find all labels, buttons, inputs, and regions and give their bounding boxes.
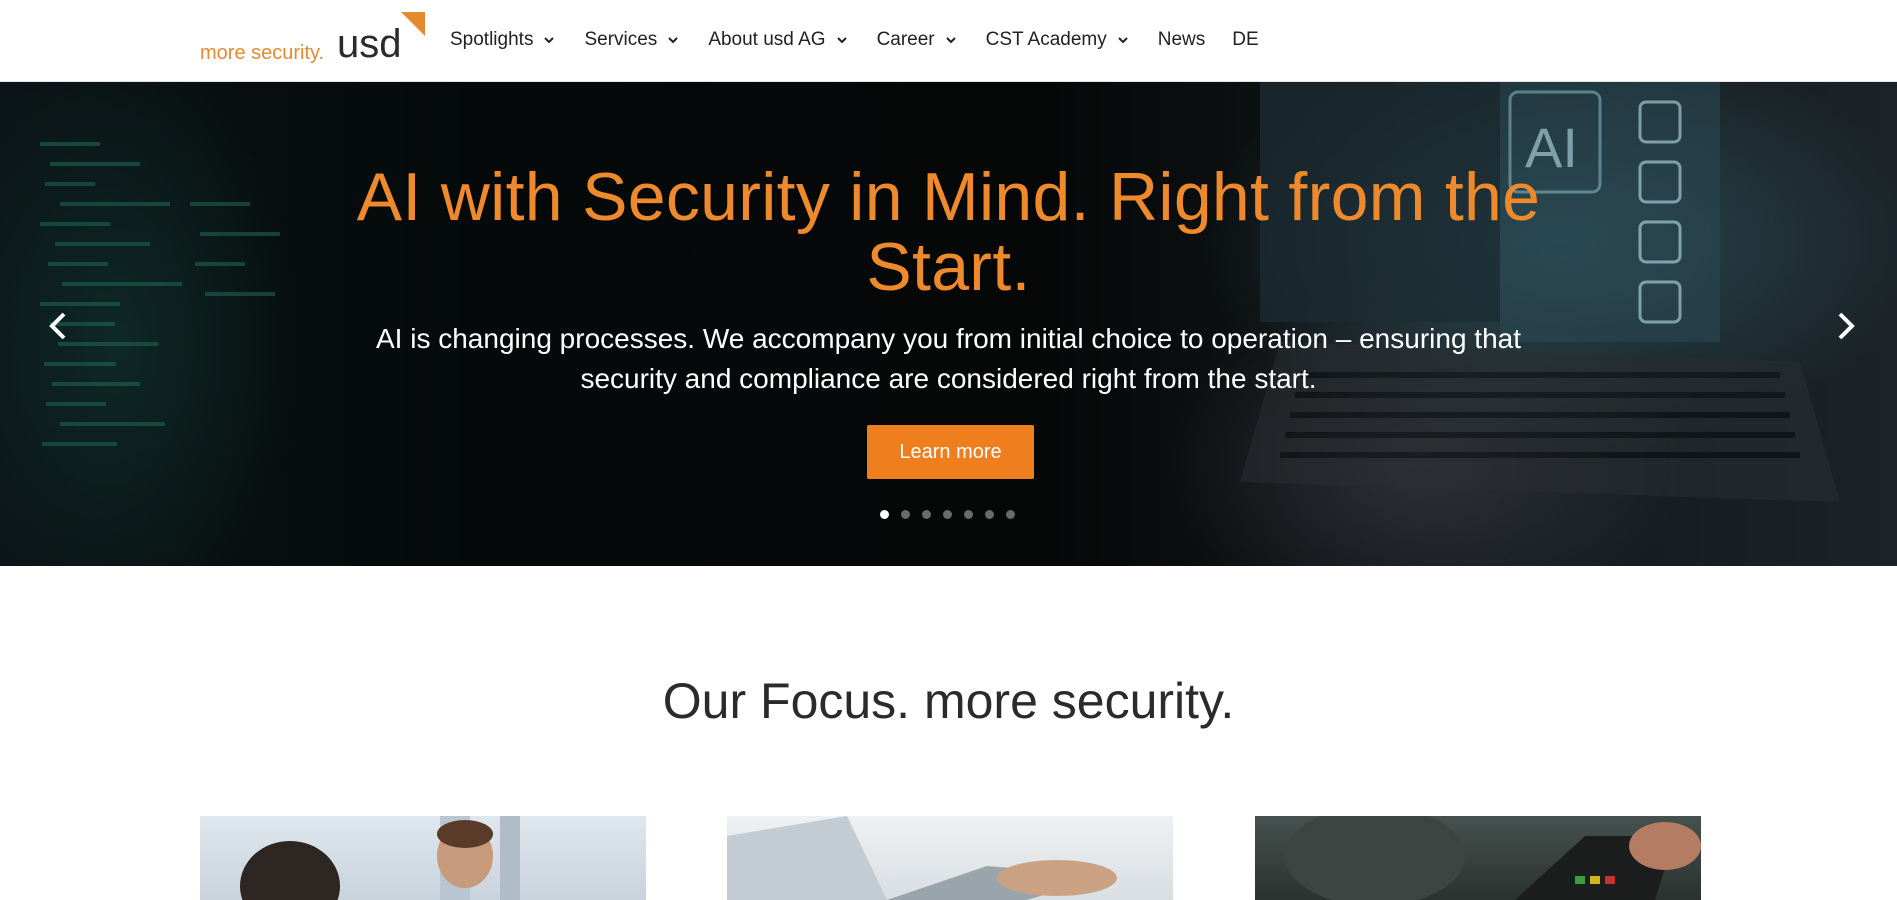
nav-about[interactable]: About usd AG bbox=[708, 29, 848, 51]
chevron-down-icon bbox=[1118, 37, 1128, 44]
nav-label: Spotlights bbox=[450, 29, 534, 50]
logo-corner-mark bbox=[401, 12, 425, 36]
slide-dot-1[interactable] bbox=[880, 510, 889, 519]
chevron-down-icon bbox=[836, 37, 847, 44]
tablet-photo bbox=[727, 816, 1117, 900]
nav-news[interactable]: News bbox=[1158, 29, 1206, 51]
chevron-down-icon bbox=[945, 37, 956, 44]
hero-slider: AI AI with Security in Mind. Right from … bbox=[0, 82, 1897, 566]
payment-terminal-photo bbox=[1285, 816, 1701, 900]
nav-label: DE bbox=[1232, 29, 1259, 50]
slide-dot-7[interactable] bbox=[1006, 510, 1015, 519]
people-photo bbox=[240, 816, 520, 900]
learn-more-button[interactable]: Learn more bbox=[867, 425, 1034, 479]
nav-label: Career bbox=[876, 29, 935, 50]
nav-spotlights[interactable]: Spotlights bbox=[450, 29, 556, 51]
hero-title: AI with Security in Mind. Right from the… bbox=[356, 159, 1541, 305]
logo-tagline: more security. bbox=[200, 42, 325, 64]
focus-card-image-2[interactable] bbox=[727, 816, 1173, 900]
slide-dot-6[interactable] bbox=[985, 510, 994, 519]
slide-dot-5[interactable] bbox=[964, 510, 973, 519]
nav-label: About usd AG bbox=[708, 29, 826, 50]
section-title: Our Focus. more security. bbox=[662, 673, 1235, 729]
slide-dot-2[interactable] bbox=[901, 510, 910, 519]
slide-dot-4[interactable] bbox=[943, 510, 952, 519]
nav-cst-academy[interactable]: CST Academy bbox=[986, 29, 1130, 51]
chevron-down-icon bbox=[668, 37, 679, 44]
nav-services[interactable]: Services bbox=[584, 29, 680, 51]
slider-prev-button[interactable] bbox=[38, 306, 78, 346]
site-header: more security. usd Spotlights Services A… bbox=[0, 0, 1897, 82]
hero-content: AI with Security in Mind. Right from the… bbox=[330, 162, 1567, 399]
logo-brand: usd bbox=[337, 22, 402, 66]
main-nav: Spotlights Services About usd AG Career … bbox=[450, 22, 1286, 58]
nav-label: Services bbox=[584, 29, 658, 50]
nav-label: CST Academy bbox=[985, 29, 1107, 50]
chevron-down-icon bbox=[544, 37, 555, 44]
language-switch-de[interactable]: DE bbox=[1232, 29, 1258, 51]
hero-subtitle: AI is changing processes. We accompany y… bbox=[376, 323, 1521, 394]
nav-career[interactable]: Career bbox=[877, 29, 958, 51]
slider-next-button[interactable] bbox=[1826, 306, 1866, 346]
focus-card-image-3[interactable] bbox=[1255, 816, 1701, 900]
slider-pagination bbox=[880, 510, 1027, 519]
chevron-right-icon bbox=[1838, 312, 1855, 340]
slide-dot-3[interactable] bbox=[922, 510, 931, 519]
nav-label: News bbox=[1157, 29, 1206, 50]
logo[interactable]: more security. usd bbox=[200, 12, 430, 68]
focus-card-image-1[interactable] bbox=[200, 816, 646, 900]
chevron-left-icon bbox=[49, 312, 66, 340]
